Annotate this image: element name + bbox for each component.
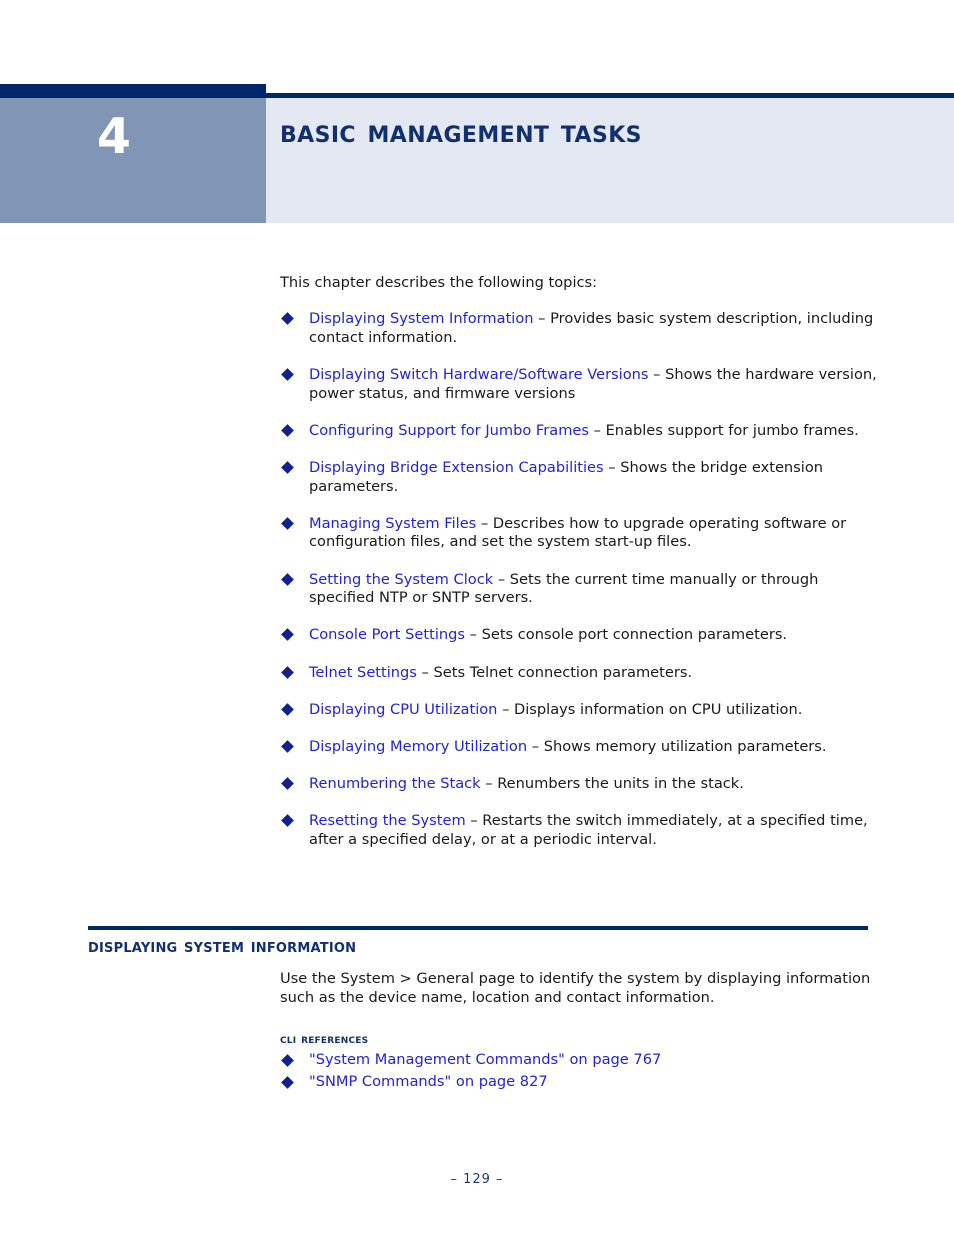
topic-link[interactable]: Displaying Switch Hardware/Software Vers…: [309, 366, 649, 383]
chapter-number: 4: [96, 108, 131, 165]
diamond-bullet-icon: [281, 777, 294, 790]
list-item: Managing System Files – Describes how to…: [280, 515, 880, 552]
diamond-bullet-icon: [281, 814, 294, 828]
chapter-number-block: 4: [0, 98, 266, 223]
list-item: Displaying CPU Utilization – Displays in…: [280, 701, 880, 720]
cli-reference-link[interactable]: "SNMP Commands" on page 827: [309, 1073, 548, 1090]
list-item: Telnet Settings – Sets Telnet connection…: [280, 664, 880, 683]
chapter-title: Basic Management Tasks: [280, 112, 642, 150]
list-item: Configuring Support for Jumbo Frames – E…: [280, 422, 880, 441]
diamond-bullet-icon: [281, 312, 294, 325]
list-item: Displaying Memory Utilization – Shows me…: [280, 738, 880, 757]
topic-link[interactable]: Displaying Memory Utilization: [309, 738, 527, 755]
cli-reference-link[interactable]: "System Management Commands" on page 767: [309, 1051, 661, 1068]
topic-link[interactable]: Displaying CPU Utilization: [309, 701, 497, 718]
topic-description: – Sets console port connection parameter…: [465, 626, 788, 644]
list-item: Resetting the System – Restarts the swit…: [280, 812, 880, 849]
diamond-bullet-icon: [281, 1076, 294, 1089]
list-item: Setting the System Clock – Sets the curr…: [280, 571, 880, 608]
topic-link[interactable]: Displaying System Information: [309, 310, 534, 327]
topic-description: – Sets Telnet connection parameters.: [416, 663, 693, 681]
topic-link[interactable]: Resetting the System: [309, 812, 466, 829]
topic-description: – Renumbers the units in the stack.: [480, 775, 744, 793]
list-item: Displaying Switch Hardware/Software Vers…: [280, 366, 880, 403]
section-body-text: Use the System > General page to identif…: [280, 970, 871, 1006]
list-item[interactable]: "SNMP Commands" on page 827: [280, 1073, 880, 1092]
topic-description: – Enables support for jumbo frames.: [589, 421, 859, 439]
section-divider: [88, 926, 868, 930]
diamond-bullet-icon: [281, 665, 294, 679]
list-item: Displaying System Information – Provides…: [280, 310, 880, 347]
list-item: Renumbering the Stack – Renumbers the un…: [280, 775, 880, 794]
list-item[interactable]: "System Management Commands" on page 767: [280, 1051, 880, 1070]
diamond-bullet-icon: [281, 516, 294, 530]
topic-link[interactable]: Telnet Settings: [309, 664, 417, 681]
topic-link[interactable]: Managing System Files: [309, 515, 476, 532]
list-item: Console Port Settings – Sets console por…: [280, 626, 880, 645]
cli-references-title: CLI References: [280, 1032, 369, 1047]
topic-link[interactable]: Console Port Settings: [309, 626, 465, 643]
diamond-bullet-icon: [281, 572, 294, 586]
diamond-bullet-icon: [281, 628, 294, 642]
topic-link[interactable]: Configuring Support for Jumbo Frames: [309, 422, 589, 439]
section-heading: Displaying System Information: [88, 936, 357, 957]
diamond-bullet-icon: [281, 423, 294, 437]
cli-references-block: CLI References "System Management Comman…: [280, 1032, 880, 1092]
topic-link[interactable]: Setting the System Clock: [309, 571, 493, 588]
topic-description: – Displays information on CPU utilizatio…: [497, 700, 803, 718]
list-item: Displaying Bridge Extension Capabilities…: [280, 459, 880, 496]
header-navy-block: [0, 84, 266, 98]
topic-list: Displaying System Information – Provides…: [280, 310, 880, 868]
diamond-bullet-icon: [281, 740, 294, 753]
chapter-title-panel: Basic Management Tasks: [266, 98, 954, 223]
topic-link[interactable]: Displaying Bridge Extension Capabilities: [309, 459, 604, 476]
topic-link[interactable]: Renumbering the Stack: [309, 775, 481, 792]
diamond-bullet-icon: [281, 460, 294, 474]
diamond-bullet-icon: [281, 702, 294, 716]
intro-text: This chapter describes the following top…: [280, 274, 598, 291]
diamond-bullet-icon: [281, 1054, 294, 1067]
page-number-footer: – 129 –: [450, 1172, 504, 1187]
chapter-header: 4 Basic Management Tasks: [0, 0, 954, 224]
topic-description: – Shows memory utilization parameters.: [527, 737, 827, 755]
diamond-bullet-icon: [281, 367, 294, 381]
